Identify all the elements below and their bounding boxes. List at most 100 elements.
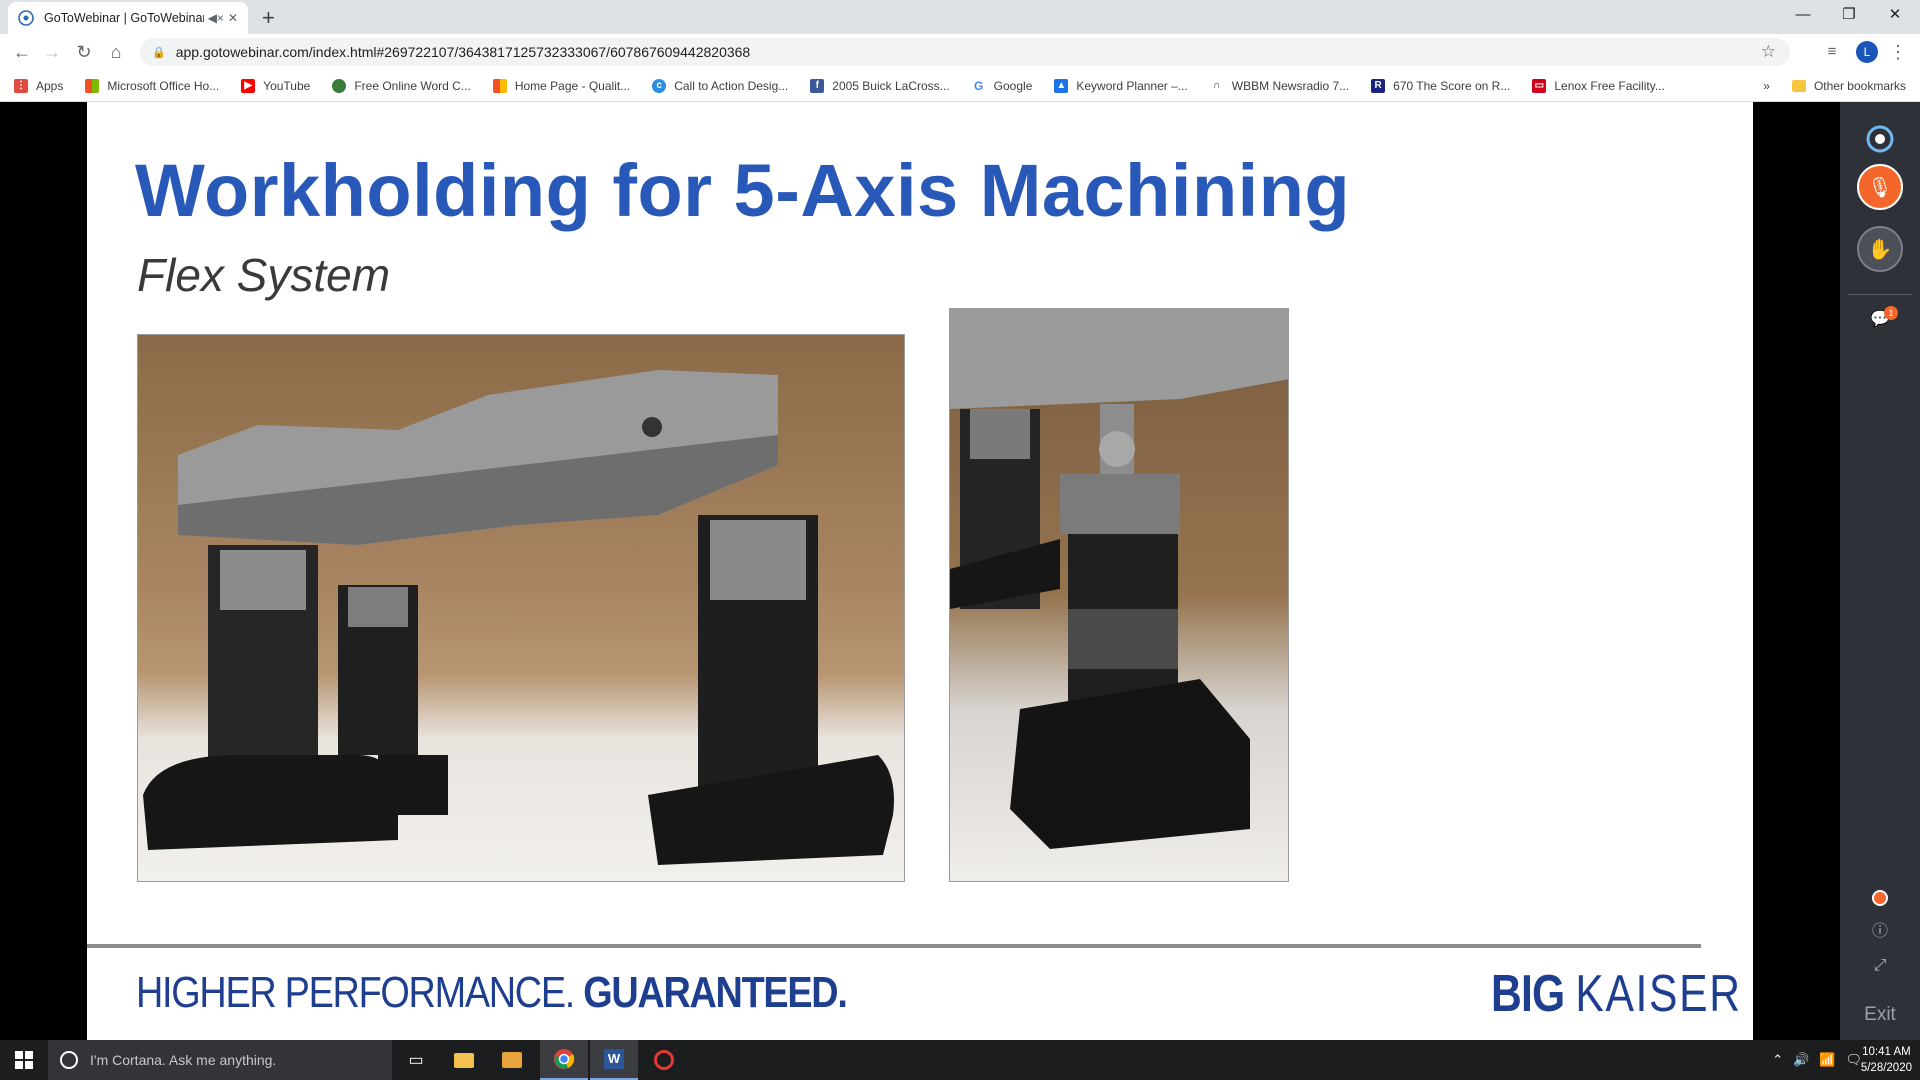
slide-footer-divider	[87, 944, 1701, 948]
bookmark-free-online-word[interactable]: Free Online Word C...	[332, 78, 471, 93]
fullscreen-icon[interactable]: ⤢	[1868, 954, 1892, 978]
windows-logo-icon	[15, 1051, 33, 1069]
minimize-button[interactable]: —	[1780, 0, 1826, 30]
questions-badge: 1	[1884, 306, 1898, 320]
bookmark-google[interactable]: G Google	[971, 78, 1032, 93]
gotowebinar-flower-icon	[1866, 125, 1894, 153]
forward-button[interactable]: →	[40, 40, 64, 64]
clock-date: 5/28/2020	[1860, 1062, 1912, 1074]
bookmark-home-page-quality[interactable]: Home Page - Qualit...	[492, 78, 630, 93]
gotowebinar-logo-icon[interactable]	[1857, 116, 1903, 162]
youtube-icon: ▶	[241, 78, 256, 93]
recording-indicator-icon[interactable]	[1868, 886, 1892, 910]
fixture-photo-closeup	[949, 308, 1289, 882]
microsoft-icon	[492, 78, 507, 93]
raise-hand-button[interactable]: ✋	[1857, 226, 1903, 272]
google-ads-icon: ▲	[1054, 78, 1069, 93]
bookmark-youtube[interactable]: ▶ YouTube	[241, 78, 310, 93]
bookmark-lenox-free-facility[interactable]: ▭ Lenox Free Facility...	[1532, 78, 1665, 93]
webinar-control-panel: 🎙 ✋ 💬 1 ⓘ ⤢ Exit	[1840, 102, 1920, 1040]
bookmark-670-the-score[interactable]: R 670 The Score on R...	[1371, 78, 1510, 93]
back-button[interactable]: ←	[10, 40, 34, 64]
media-player-icon	[502, 1052, 522, 1068]
home-button[interactable]: ⌂	[104, 40, 128, 64]
bookmarks-right: » Other bookmarks	[1763, 70, 1906, 102]
lenox-icon: ▭	[1532, 78, 1547, 93]
presentation-slide: Workholding for 5-Axis Machining Flex Sy…	[87, 102, 1753, 1040]
facebook-icon: f	[810, 78, 825, 93]
prohibited-icon	[654, 1050, 674, 1070]
blocked-app-button[interactable]	[640, 1040, 688, 1080]
globe-icon	[332, 78, 347, 93]
score-icon: R	[1371, 78, 1386, 93]
other-bookmarks[interactable]: Other bookmarks	[1814, 79, 1906, 93]
close-window-button[interactable]: ✕	[1872, 0, 1918, 30]
microsoft-icon	[85, 78, 100, 93]
menu-kebab-icon[interactable]: ⋮	[1886, 40, 1910, 64]
speaker-muted-icon[interactable]: ◀×	[208, 11, 224, 25]
microphone-muted-button[interactable]: 🎙	[1857, 164, 1903, 210]
gotowebinar-favicon-icon	[18, 10, 34, 26]
folder-icon	[1791, 80, 1806, 92]
big-kaiser-logo: BIG KAISER	[1491, 965, 1742, 1023]
bookmark-apps[interactable]: ⋮ Apps	[14, 78, 63, 93]
action-center-icon[interactable]: 🗨	[1845, 1052, 1862, 1068]
word-taskbar-button[interactable]: W	[590, 1040, 638, 1080]
workholding-fixture-illustration	[143, 370, 894, 865]
restore-button[interactable]: ❐	[1826, 0, 1872, 30]
start-button[interactable]	[0, 1040, 48, 1080]
bookmark-buick-lacrosse[interactable]: f 2005 Buick LaCross...	[810, 78, 950, 93]
chrome-taskbar-button[interactable]	[540, 1040, 588, 1080]
address-bar[interactable]: 🔒 app.gotowebinar.com/index.html#2697221…	[140, 38, 1790, 66]
tray-overflow-icon[interactable]: ⌃	[1772, 1052, 1783, 1068]
webinar-content-area: Workholding for 5-Axis Machining Flex Sy…	[0, 102, 1920, 1040]
windows-taskbar: I'm Cortana. Ask me anything. ▭ W ⌃ 🔊 📶 …	[0, 1040, 1920, 1080]
info-icon[interactable]: ⓘ	[1868, 920, 1892, 944]
network-icon[interactable]: 📶	[1819, 1052, 1835, 1068]
exit-button[interactable]: Exit	[1840, 1004, 1920, 1026]
file-explorer-button[interactable]	[440, 1040, 488, 1080]
system-clock[interactable]: 10:41 AM 5/28/2020	[1861, 1044, 1912, 1076]
slide-tagline: HIGHER PERFORMANCE. GUARANTEED.	[136, 968, 848, 1017]
folder-icon	[454, 1052, 474, 1068]
microphone-icon: 🎙	[1867, 176, 1893, 199]
system-tray: ⌃ 🔊 📶 🗨	[1772, 1040, 1872, 1080]
apps-grid-icon: ⋮	[14, 78, 28, 93]
browser-toolbar: ← → ↻ ⌂ 🔒 app.gotowebinar.com/index.html…	[0, 34, 1920, 70]
cortana-icon	[60, 1051, 78, 1069]
panel-separator	[1848, 294, 1912, 295]
bookmarks-bar: ⋮ Apps Microsoft Office Ho... ▶ YouTube Fr…	[0, 70, 1920, 102]
bookmark-star-icon[interactable]: ☆	[1761, 42, 1776, 62]
tab-gotowebinar[interactable]: GoToWebinar | GoToWebinar ◀× ✕	[8, 2, 248, 34]
lock-icon: 🔒	[152, 46, 166, 59]
clock-time: 10:41 AM	[1862, 1046, 1911, 1058]
url-text: app.gotowebinar.com/index.html#269722107…	[175, 44, 751, 60]
fixture-photo-wide	[137, 334, 905, 882]
fixture-closeup-illustration	[950, 309, 1288, 849]
close-tab-icon[interactable]: ✕	[228, 11, 238, 25]
profile-avatar[interactable]: L	[1856, 41, 1878, 63]
task-view-button[interactable]: ▭	[392, 1040, 440, 1080]
slide-subtitle: Flex System	[137, 249, 391, 301]
cortana-placeholder: I'm Cortana. Ask me anything.	[90, 1052, 277, 1068]
cta-icon: c	[652, 78, 667, 93]
tab-title: GoToWebinar | GoToWebinar	[44, 11, 204, 25]
media-app-button[interactable]	[488, 1040, 536, 1080]
google-icon: G	[971, 78, 986, 93]
bookmark-wbbm-newsradio[interactable]: ∩ WBBM Newsradio 7...	[1209, 78, 1349, 93]
reload-button[interactable]: ↻	[72, 40, 96, 64]
task-view-icon: ▭	[408, 1052, 424, 1069]
bookmarks-overflow-icon[interactable]: »	[1763, 79, 1770, 93]
volume-icon[interactable]: 🔊	[1793, 1052, 1809, 1068]
hand-icon: ✋	[1867, 238, 1893, 261]
media-control-icon[interactable]: ≡	[1820, 40, 1844, 64]
bookmark-call-to-action[interactable]: c Call to Action Desig...	[652, 78, 788, 93]
browser-tab-strip: GoToWebinar | GoToWebinar ◀× ✕ + — ❐ ✕	[0, 0, 1920, 34]
new-tab-button[interactable]: +	[262, 5, 275, 31]
chrome-icon	[554, 1049, 575, 1069]
bookmark-keyword-planner[interactable]: ▲ Keyword Planner –...	[1054, 78, 1188, 93]
bookmark-microsoft-office[interactable]: Microsoft Office Ho...	[85, 78, 219, 93]
word-icon: W	[604, 1049, 624, 1069]
headphones-icon: ∩	[1209, 78, 1224, 93]
cortana-search-box[interactable]: I'm Cortana. Ask me anything.	[48, 1040, 392, 1080]
